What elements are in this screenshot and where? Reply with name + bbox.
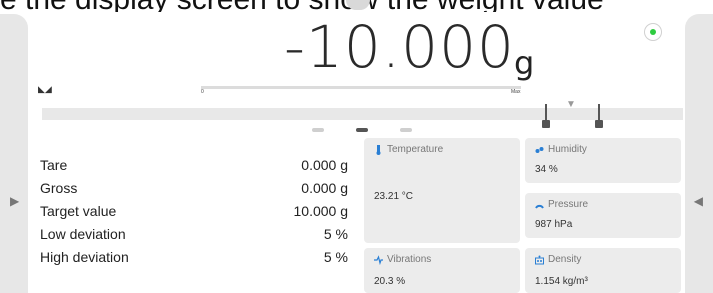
vibrations-title-row: Vibrations (374, 254, 431, 265)
temperature-label: Temperature (387, 144, 444, 155)
stability-icon: ◣◢ (38, 84, 52, 94)
info-value: 10.000 g (293, 203, 349, 219)
info-label: Gross (40, 180, 78, 196)
info-label: Low deviation (40, 226, 126, 242)
density-label: Density (548, 254, 582, 265)
info-label: High deviation (40, 249, 129, 265)
pressure-title-row: Pressure (535, 199, 588, 210)
status-indicator-icon (645, 24, 661, 40)
vibration-icon (374, 254, 383, 265)
pressure-label: Pressure (548, 199, 589, 210)
info-value: 5 % (323, 249, 348, 265)
chevron-right-icon: ▶ (10, 194, 20, 208)
info-label: Tare (40, 157, 68, 173)
humidity-widget[interactable]: Humidity 34 % (525, 138, 681, 183)
vibrations-label: Vibrations (387, 254, 432, 265)
vibrations-value: 20.3 % (374, 276, 406, 287)
high-threshold-marker (594, 104, 604, 128)
left-side-panel-toggle[interactable]: ▶ (0, 14, 28, 293)
info-value: 5 % (323, 226, 348, 242)
vibrations-widget[interactable]: Vibrations 20.3 % (364, 248, 520, 293)
info-value: 0.000 g (301, 157, 348, 173)
weight-readout: -10.000 (284, 13, 515, 81)
right-side-panel-toggle[interactable]: ◀ (685, 14, 713, 293)
density-value: 1.154 kg/m³ (535, 276, 588, 287)
capacity-bar (201, 86, 521, 89)
target-marker-icon: ▼ (566, 99, 576, 110)
weight-unit: g (514, 44, 535, 82)
temperature-title-row: Temperature (374, 144, 443, 155)
checkweighing-band (42, 108, 683, 120)
thermometer-icon (376, 144, 381, 155)
pressure-widget[interactable]: Pressure 987 hPa (525, 193, 681, 238)
page-indicator-1[interactable] (312, 128, 324, 132)
chevron-left-icon: ◀ (693, 194, 703, 208)
density-widget[interactable]: Density 1.154 kg/m³ (525, 248, 681, 293)
temperature-value: 23.21 °C (374, 191, 414, 202)
humidity-title-row: Humidity (535, 144, 587, 155)
info-value: 0.000 g (301, 180, 348, 196)
pressure-value: 987 hPa (535, 219, 573, 230)
capacity-min-label: 0 (201, 89, 204, 95)
page-indicator-3[interactable] (400, 128, 412, 132)
density-title-row: Density (535, 254, 581, 265)
info-label: Target value (40, 203, 117, 219)
low-threshold-marker (541, 104, 551, 128)
droplets-icon (535, 146, 544, 153)
page-indicator-2[interactable] (356, 128, 368, 132)
temperature-widget[interactable]: Temperature 23.21 °C (364, 138, 520, 243)
density-icon (535, 255, 544, 264)
capacity-max-label: Max (511, 89, 521, 95)
gauge-icon (535, 204, 544, 209)
humidity-value: 34 % (535, 164, 558, 175)
humidity-label: Humidity (548, 144, 587, 155)
